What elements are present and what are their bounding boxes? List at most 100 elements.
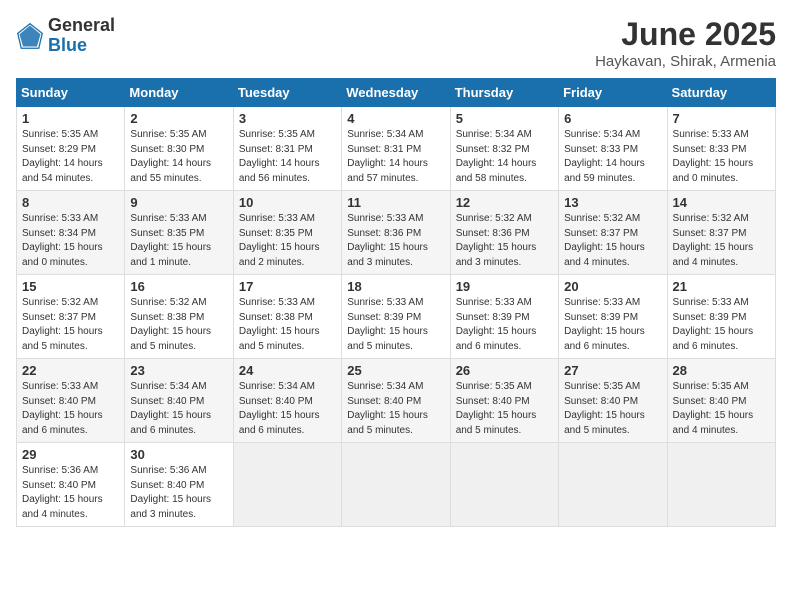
logo-general: General — [48, 16, 115, 36]
logo-text: General Blue — [48, 16, 115, 56]
calendar-title: June 2025 — [595, 16, 776, 53]
day-info: Sunrise: 5:32 AMSunset: 8:37 PMDaylight:… — [22, 297, 103, 352]
calendar-cell: 30 Sunrise: 5:36 AMSunset: 8:40 PMDaylig… — [125, 443, 233, 527]
day-number: 21 — [673, 279, 770, 294]
day-info: Sunrise: 5:33 AMSunset: 8:39 PMDaylight:… — [564, 297, 645, 352]
day-number: 4 — [347, 111, 444, 126]
logo: General Blue — [16, 16, 115, 56]
day-info: Sunrise: 5:34 AMSunset: 8:31 PMDaylight:… — [347, 129, 428, 184]
day-number: 11 — [347, 195, 444, 210]
day-info: Sunrise: 5:35 AMSunset: 8:31 PMDaylight:… — [239, 129, 320, 184]
calendar-cell — [342, 443, 450, 527]
calendar-week-row: 15 Sunrise: 5:32 AMSunset: 8:37 PMDaylig… — [17, 275, 776, 359]
title-block: June 2025 Haykavan, Shirak, Armenia — [595, 16, 776, 70]
day-number: 12 — [456, 195, 553, 210]
day-number: 28 — [673, 363, 770, 378]
logo-blue: Blue — [48, 36, 115, 56]
day-info: Sunrise: 5:33 AMSunset: 8:34 PMDaylight:… — [22, 213, 103, 268]
day-info: Sunrise: 5:35 AMSunset: 8:40 PMDaylight:… — [456, 381, 537, 436]
day-number: 2 — [130, 111, 227, 126]
day-number: 1 — [22, 111, 119, 126]
day-number: 3 — [239, 111, 336, 126]
calendar-cell — [450, 443, 558, 527]
calendar-cell: 5 Sunrise: 5:34 AMSunset: 8:32 PMDayligh… — [450, 107, 558, 191]
day-info: Sunrise: 5:35 AMSunset: 8:40 PMDaylight:… — [564, 381, 645, 436]
day-info: Sunrise: 5:32 AMSunset: 8:36 PMDaylight:… — [456, 213, 537, 268]
day-number: 6 — [564, 111, 661, 126]
calendar-cell: 9 Sunrise: 5:33 AMSunset: 8:35 PMDayligh… — [125, 191, 233, 275]
calendar-week-row: 22 Sunrise: 5:33 AMSunset: 8:40 PMDaylig… — [17, 359, 776, 443]
calendar-cell: 8 Sunrise: 5:33 AMSunset: 8:34 PMDayligh… — [17, 191, 125, 275]
calendar-week-row: 8 Sunrise: 5:33 AMSunset: 8:34 PMDayligh… — [17, 191, 776, 275]
day-info: Sunrise: 5:35 AMSunset: 8:30 PMDaylight:… — [130, 129, 211, 184]
calendar-cell: 21 Sunrise: 5:33 AMSunset: 8:39 PMDaylig… — [667, 275, 775, 359]
logo-icon — [16, 22, 44, 50]
day-info: Sunrise: 5:33 AMSunset: 8:36 PMDaylight:… — [347, 213, 428, 268]
day-info: Sunrise: 5:34 AMSunset: 8:33 PMDaylight:… — [564, 129, 645, 184]
page-header: General Blue June 2025 Haykavan, Shirak,… — [16, 16, 776, 70]
header-wednesday: Wednesday — [342, 79, 450, 107]
calendar-cell: 1 Sunrise: 5:35 AMSunset: 8:29 PMDayligh… — [17, 107, 125, 191]
calendar-cell: 13 Sunrise: 5:32 AMSunset: 8:37 PMDaylig… — [559, 191, 667, 275]
day-number: 10 — [239, 195, 336, 210]
day-info: Sunrise: 5:33 AMSunset: 8:33 PMDaylight:… — [673, 129, 754, 184]
day-info: Sunrise: 5:33 AMSunset: 8:38 PMDaylight:… — [239, 297, 320, 352]
calendar-subtitle: Haykavan, Shirak, Armenia — [595, 53, 776, 70]
day-number: 14 — [673, 195, 770, 210]
day-info: Sunrise: 5:32 AMSunset: 8:38 PMDaylight:… — [130, 297, 211, 352]
calendar-cell: 22 Sunrise: 5:33 AMSunset: 8:40 PMDaylig… — [17, 359, 125, 443]
day-info: Sunrise: 5:33 AMSunset: 8:39 PMDaylight:… — [673, 297, 754, 352]
calendar-cell: 6 Sunrise: 5:34 AMSunset: 8:33 PMDayligh… — [559, 107, 667, 191]
day-info: Sunrise: 5:34 AMSunset: 8:40 PMDaylight:… — [347, 381, 428, 436]
day-number: 20 — [564, 279, 661, 294]
calendar-cell: 10 Sunrise: 5:33 AMSunset: 8:35 PMDaylig… — [233, 191, 341, 275]
day-info: Sunrise: 5:35 AMSunset: 8:40 PMDaylight:… — [673, 381, 754, 436]
day-info: Sunrise: 5:33 AMSunset: 8:40 PMDaylight:… — [22, 381, 103, 436]
calendar-cell: 12 Sunrise: 5:32 AMSunset: 8:36 PMDaylig… — [450, 191, 558, 275]
calendar-week-row: 29 Sunrise: 5:36 AMSunset: 8:40 PMDaylig… — [17, 443, 776, 527]
calendar-cell: 29 Sunrise: 5:36 AMSunset: 8:40 PMDaylig… — [17, 443, 125, 527]
calendar-cell: 24 Sunrise: 5:34 AMSunset: 8:40 PMDaylig… — [233, 359, 341, 443]
calendar-cell — [233, 443, 341, 527]
day-number: 22 — [22, 363, 119, 378]
day-info: Sunrise: 5:33 AMSunset: 8:35 PMDaylight:… — [130, 213, 211, 268]
day-number: 23 — [130, 363, 227, 378]
calendar-cell: 11 Sunrise: 5:33 AMSunset: 8:36 PMDaylig… — [342, 191, 450, 275]
day-number: 30 — [130, 447, 227, 462]
calendar-cell — [559, 443, 667, 527]
day-info: Sunrise: 5:36 AMSunset: 8:40 PMDaylight:… — [130, 465, 211, 520]
calendar-cell: 18 Sunrise: 5:33 AMSunset: 8:39 PMDaylig… — [342, 275, 450, 359]
day-info: Sunrise: 5:34 AMSunset: 8:40 PMDaylight:… — [239, 381, 320, 436]
day-number: 29 — [22, 447, 119, 462]
calendar-cell: 17 Sunrise: 5:33 AMSunset: 8:38 PMDaylig… — [233, 275, 341, 359]
day-number: 18 — [347, 279, 444, 294]
day-number: 16 — [130, 279, 227, 294]
day-info: Sunrise: 5:33 AMSunset: 8:35 PMDaylight:… — [239, 213, 320, 268]
day-number: 7 — [673, 111, 770, 126]
header-tuesday: Tuesday — [233, 79, 341, 107]
calendar-cell: 4 Sunrise: 5:34 AMSunset: 8:31 PMDayligh… — [342, 107, 450, 191]
calendar-cell: 14 Sunrise: 5:32 AMSunset: 8:37 PMDaylig… — [667, 191, 775, 275]
calendar-cell: 20 Sunrise: 5:33 AMSunset: 8:39 PMDaylig… — [559, 275, 667, 359]
day-info: Sunrise: 5:32 AMSunset: 8:37 PMDaylight:… — [673, 213, 754, 268]
day-info: Sunrise: 5:33 AMSunset: 8:39 PMDaylight:… — [456, 297, 537, 352]
header-saturday: Saturday — [667, 79, 775, 107]
calendar-cell: 26 Sunrise: 5:35 AMSunset: 8:40 PMDaylig… — [450, 359, 558, 443]
calendar-cell: 3 Sunrise: 5:35 AMSunset: 8:31 PMDayligh… — [233, 107, 341, 191]
calendar-cell: 7 Sunrise: 5:33 AMSunset: 8:33 PMDayligh… — [667, 107, 775, 191]
day-number: 26 — [456, 363, 553, 378]
header-friday: Friday — [559, 79, 667, 107]
day-info: Sunrise: 5:36 AMSunset: 8:40 PMDaylight:… — [22, 465, 103, 520]
day-number: 9 — [130, 195, 227, 210]
header-sunday: Sunday — [17, 79, 125, 107]
calendar-cell — [667, 443, 775, 527]
day-info: Sunrise: 5:32 AMSunset: 8:37 PMDaylight:… — [564, 213, 645, 268]
day-number: 27 — [564, 363, 661, 378]
day-number: 19 — [456, 279, 553, 294]
day-info: Sunrise: 5:35 AMSunset: 8:29 PMDaylight:… — [22, 129, 103, 184]
calendar-week-row: 1 Sunrise: 5:35 AMSunset: 8:29 PMDayligh… — [17, 107, 776, 191]
day-number: 24 — [239, 363, 336, 378]
day-info: Sunrise: 5:34 AMSunset: 8:32 PMDaylight:… — [456, 129, 537, 184]
day-number: 8 — [22, 195, 119, 210]
calendar-cell: 16 Sunrise: 5:32 AMSunset: 8:38 PMDaylig… — [125, 275, 233, 359]
